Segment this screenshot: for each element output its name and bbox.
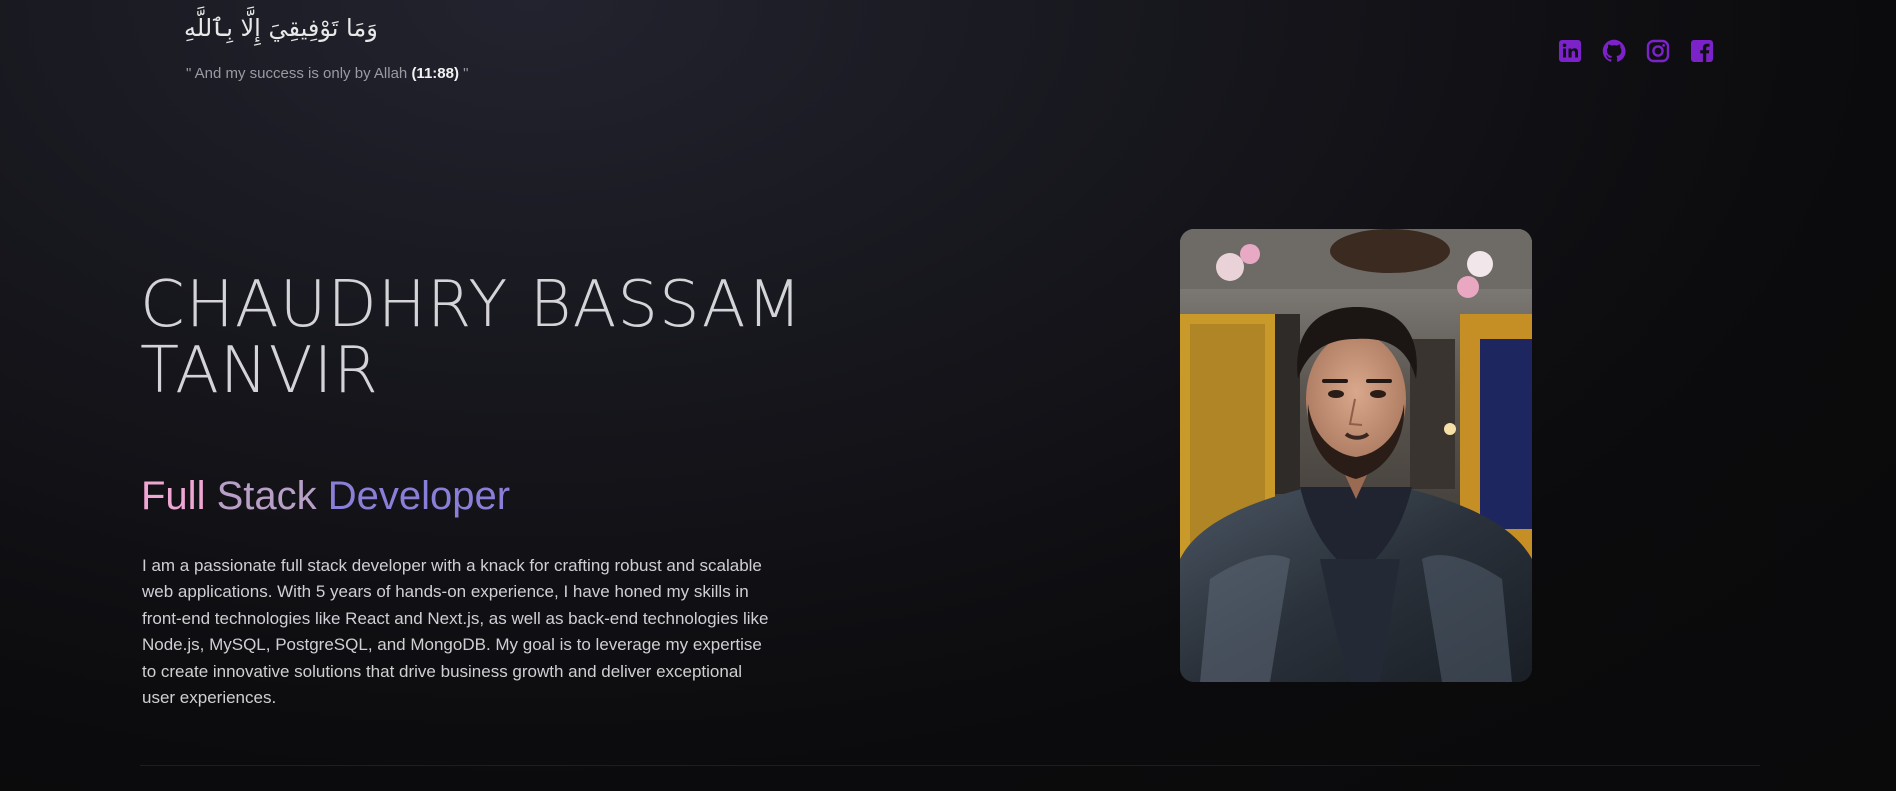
verse-translation-close: "	[458, 65, 469, 82]
hero-name-line1: CHAUDHRY BASSAM	[140, 268, 803, 342]
verse-translation-text: " And my success is only by Allah	[186, 65, 412, 82]
portfolio-page: وَمَا تَوْفِيقِيَ إِلَّا بِٱللَّهِ " And…	[0, 0, 1896, 791]
facebook-icon	[1691, 40, 1713, 62]
github-icon	[1602, 39, 1626, 62]
linkedin-link[interactable]	[1558, 39, 1582, 63]
hero-name: CHAUDHRY BASSAM TANVIR	[140, 272, 820, 404]
facebook-link[interactable]	[1690, 39, 1714, 63]
linkedin-icon	[1559, 40, 1581, 62]
section-divider	[140, 765, 1760, 766]
instagram-icon	[1646, 39, 1670, 63]
hero-role: Full Stack Developer	[141, 474, 510, 519]
role-word-full: Full	[141, 474, 206, 518]
quran-verse-arabic: وَمَا تَوْفِيقِيَ إِلَّا بِٱللَّهِ	[184, 14, 378, 42]
profile-photo-image	[1180, 229, 1532, 682]
github-link[interactable]	[1602, 39, 1626, 63]
profile-photo	[1180, 229, 1532, 682]
hero-bio: I am a passionate full stack developer w…	[142, 556, 769, 708]
instagram-link[interactable]	[1646, 39, 1670, 63]
role-word-stack: Stack	[216, 474, 317, 518]
role-word-developer: Developer	[327, 474, 511, 518]
social-links	[1558, 39, 1714, 63]
verse-reference: (11:88)	[411, 65, 459, 82]
hero-name-line2: TANVIR	[140, 334, 379, 408]
quran-verse-translation: " And my success is only by Allah (11:88…	[186, 65, 468, 82]
